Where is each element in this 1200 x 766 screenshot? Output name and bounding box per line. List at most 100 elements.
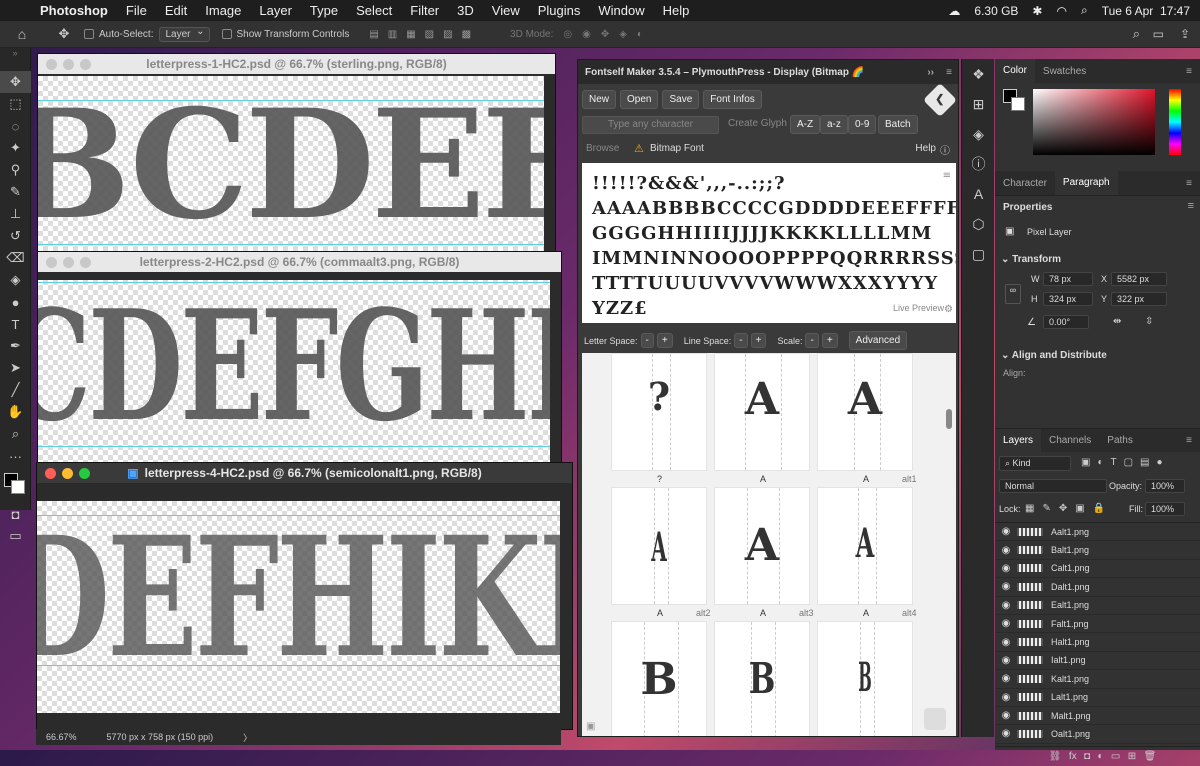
share-icon[interactable]: ⇪ — [1180, 27, 1190, 41]
new-layer-icon[interactable]: ⊞ — [1128, 751, 1136, 762]
magic-wand-tool-icon[interactable]: ✦ — [0, 137, 31, 159]
show-transform-checkbox[interactable] — [221, 29, 232, 39]
tab-layers[interactable]: Layers — [995, 428, 1042, 453]
zoom-level[interactable]: 66.67% — [46, 732, 77, 742]
history-brush-icon[interactable]: ↺ — [0, 225, 31, 247]
document-title-bar[interactable]: ▣ letterpress-4-HC2.psd @ 66.7% (semicol… — [37, 463, 572, 483]
toolbox-collapse-icon[interactable]: » — [0, 48, 30, 71]
vertical-scrollbar[interactable] — [544, 76, 555, 252]
visibility-eye-icon[interactable]: ◉ — [995, 526, 1017, 537]
scale-plus[interactable]: + — [821, 333, 838, 348]
live-preview-box[interactable]: !!!!!?&&&',,,-..:;;? AAAABBBBCCCCGDDDDEE… — [582, 163, 956, 323]
line-space-plus[interactable]: + — [750, 333, 767, 348]
color-field[interactable] — [1033, 89, 1155, 155]
menu-app[interactable]: Photoshop — [36, 3, 117, 18]
transform-section[interactable]: ⌄ Transform — [1001, 254, 1061, 265]
layer-row[interactable]: ◉ Kalt1.png — [995, 670, 1200, 689]
glyph-cell[interactable]: B — [611, 621, 707, 736]
screen-mode-icon[interactable]: ▭ — [0, 525, 31, 547]
chat-icon[interactable] — [924, 708, 946, 730]
layer-row[interactable]: ◉ Calt1.png — [995, 560, 1200, 579]
layer-filter-icons[interactable]: ▣◐T▢▤● — [1081, 457, 1170, 468]
move-tool-icon[interactable]: ✥ — [0, 71, 31, 93]
clock-date[interactable]: Tue 6 Apr 17:47 — [1102, 4, 1190, 18]
document-window-1[interactable]: letterpress-1-HC2.psd @ 66.7% (sterling.… — [37, 53, 556, 253]
delete-layer-icon[interactable]: 🗑 — [1144, 751, 1157, 762]
close-window-button[interactable] — [46, 59, 57, 70]
tab-channels[interactable]: Channels — [1041, 435, 1099, 446]
line-tool-icon[interactable]: ╱ — [0, 379, 31, 401]
tab-paragraph[interactable]: Paragraph — [1054, 171, 1118, 195]
character-panel-icon[interactable]: A — [962, 179, 995, 209]
visibility-eye-icon[interactable]: ◉ — [995, 710, 1017, 721]
minimize-window-button[interactable] — [63, 59, 74, 70]
link-dimensions-icon[interactable]: ∞ — [1005, 284, 1021, 304]
lock-icons[interactable]: ▦✎✥▣🔒 — [1025, 503, 1113, 514]
panel-collapse-icon[interactable]: ›› — [927, 67, 934, 78]
browse-tab[interactable]: Browse — [586, 143, 619, 154]
search-icon[interactable]: ⌕ — [1133, 26, 1140, 42]
preview-menu-icon[interactable]: ≡ — [943, 163, 952, 188]
layer-row[interactable]: ◉ Falt1.png — [995, 615, 1200, 634]
tab-paths[interactable]: Paths — [1099, 435, 1141, 446]
align-distribute-section[interactable]: ⌄ Align and Distribute — [1001, 350, 1107, 361]
menu-type[interactable]: Type — [301, 3, 347, 18]
menu-3d[interactable]: 3D — [448, 3, 483, 18]
menu-view[interactable]: View — [483, 3, 529, 18]
layers-list[interactable]: ◉ Aalt1.png ◉ Balt1.png ◉ Calt1.png ◉ Dalt1.… — [995, 522, 1200, 746]
glyph-cell[interactable]: A — [611, 487, 707, 605]
tab-swatches[interactable]: Swatches — [1035, 66, 1094, 77]
scale-minus[interactable]: - — [805, 333, 819, 348]
visibility-eye-icon[interactable]: ◉ — [995, 600, 1017, 611]
tab-character[interactable]: Character — [995, 178, 1055, 189]
3d-panel-icon[interactable]: ⬡ — [962, 209, 995, 239]
visibility-eye-icon[interactable]: ◉ — [995, 673, 1017, 684]
color-picker[interactable] — [995, 83, 1200, 171]
eraser-tool-icon[interactable]: ⌫ — [0, 247, 31, 269]
status-menu-arrow[interactable]: 〉 — [243, 731, 252, 744]
close-window-button[interactable] — [45, 468, 56, 479]
az-lower-button[interactable]: a-z — [820, 115, 848, 134]
visibility-eye-icon[interactable]: ◉ — [995, 692, 1017, 703]
new-group-icon[interactable]: ▭ — [1111, 751, 1120, 762]
brush-tool-icon[interactable]: ✎ — [0, 181, 31, 203]
panel-menu-icon[interactable]: ≡ — [1188, 200, 1194, 212]
minimize-window-button[interactable] — [62, 468, 73, 479]
glyph-cell[interactable]: A — [817, 487, 913, 605]
align-buttons-icon[interactable]: ▤▥▦▧▨▩ — [369, 29, 480, 40]
font-infos-button[interactable]: Font Infos — [703, 90, 762, 109]
panel-menu-icon[interactable]: ≡ — [1178, 66, 1200, 77]
help-link[interactable]: Help — [915, 143, 936, 154]
layer-row[interactable]: ◉ Halt1.png — [995, 633, 1200, 652]
layer-select[interactable]: Layer — [159, 26, 210, 42]
glyph-scrollbar-thumb[interactable] — [946, 409, 952, 429]
link-layers-icon[interactable]: ⛓ — [1049, 751, 1062, 762]
height-field[interactable]: 324 px — [1043, 292, 1093, 306]
lasso-tool-icon[interactable]: ◌ — [0, 115, 31, 137]
line-space-minus[interactable]: - — [734, 333, 748, 348]
glyph-cell[interactable]: B — [714, 621, 810, 736]
history-panel-icon[interactable]: ⊞ — [962, 89, 995, 119]
visibility-eye-icon[interactable]: ◉ — [995, 545, 1017, 556]
x-field[interactable]: 5582 px — [1111, 272, 1167, 286]
visibility-eye-icon[interactable]: ◉ — [995, 655, 1017, 666]
type-character-input[interactable]: Type any character — [582, 116, 719, 134]
bucket-tool-icon[interactable]: ◈ — [0, 269, 31, 291]
blend-mode-select[interactable]: Normal — [999, 479, 1107, 493]
marquee-tool-icon[interactable]: ⬚ — [0, 93, 31, 115]
digits-button[interactable]: 0-9 — [848, 115, 877, 134]
path-select-tool-icon[interactable]: ➤ — [0, 357, 31, 379]
batch-button[interactable]: Batch — [878, 115, 918, 134]
flip-horizontal-icon[interactable]: ⇹ — [1113, 316, 1121, 327]
letter-space-minus[interactable]: - — [640, 333, 654, 348]
info-panel-icon[interactable]: ⓘ — [962, 149, 995, 179]
flip-vertical-icon[interactable]: ⇳ — [1145, 316, 1153, 327]
menu-layer[interactable]: Layer — [250, 3, 301, 18]
menu-image[interactable]: Image — [196, 3, 250, 18]
document-title-bar[interactable]: letterpress-1-HC2.psd @ 66.7% (sterling.… — [38, 54, 555, 74]
advanced-button[interactable]: Advanced — [848, 331, 908, 350]
menu-help[interactable]: Help — [654, 3, 699, 18]
move-tool-icon[interactable]: ✥ — [44, 26, 84, 42]
tab-color[interactable]: Color — [995, 59, 1035, 83]
visibility-eye-icon[interactable]: ◉ — [995, 618, 1017, 629]
